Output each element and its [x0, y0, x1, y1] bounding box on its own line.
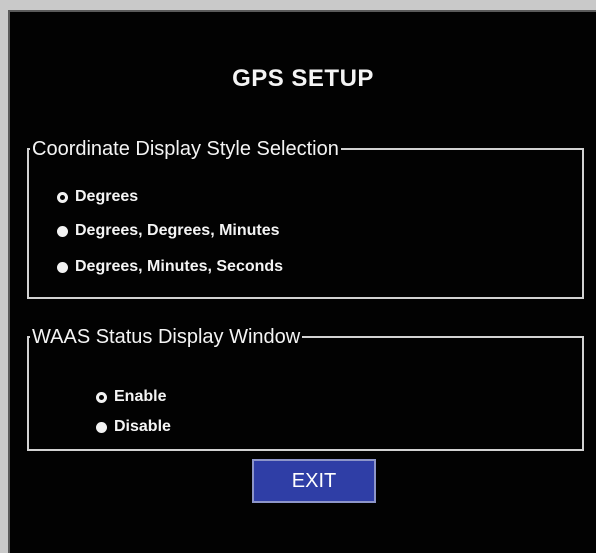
gps-setup-screen: GPS SETUP Coordinate Display Style Selec…	[8, 10, 596, 553]
radio-label: Degrees, Minutes, Seconds	[75, 258, 284, 275]
waas-status-display-group: WAAS Status Display Window Enable Disabl…	[27, 326, 584, 451]
waas-group-legend: WAAS Status Display Window	[32, 326, 301, 348]
radio-label: Degrees	[75, 188, 139, 205]
radio-button[interactable]	[57, 261, 68, 273]
radio-label: Degrees, Degrees, Minutes	[75, 222, 280, 239]
page-title: GPS SETUP	[232, 65, 374, 92]
radio-button[interactable]	[96, 421, 107, 433]
radio-option-degrees[interactable]: Degrees	[57, 188, 138, 206]
radio-label: Enable	[114, 388, 167, 405]
radio-button[interactable]	[57, 225, 68, 237]
radio-button-selected[interactable]	[96, 391, 107, 403]
radio-option-enable[interactable]: Enable	[96, 388, 166, 406]
radio-option-degrees-minutes-seconds[interactable]: Degrees, Minutes, Seconds	[57, 258, 283, 276]
coordinate-group-legend: Coordinate Display Style Selection	[32, 138, 339, 160]
radio-button-selected[interactable]	[57, 191, 68, 203]
radio-label: Disable	[114, 418, 171, 435]
coordinate-display-style-group: Coordinate Display Style Selection Degre…	[27, 138, 584, 299]
radio-option-degrees-degrees-minutes[interactable]: Degrees, Degrees, Minutes	[57, 222, 280, 240]
radio-option-disable[interactable]: Disable	[96, 418, 171, 436]
exit-button[interactable]: EXIT	[252, 459, 376, 503]
